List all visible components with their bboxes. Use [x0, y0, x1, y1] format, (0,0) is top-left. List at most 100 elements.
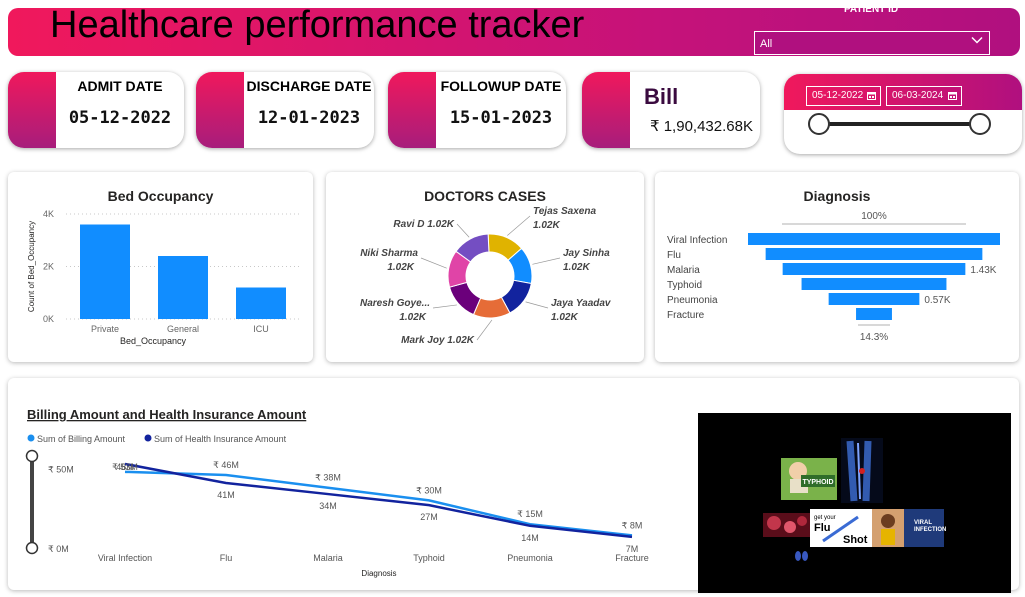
x-axis-title: Diagnosis: [361, 569, 396, 578]
funnel-category-label: Viral Infection: [667, 235, 727, 246]
patient-id-label: PATIENT ID: [844, 4, 899, 15]
bar-general: [158, 256, 208, 319]
bill-label: Bill: [644, 84, 679, 109]
page-title: Healthcare performance tracker: [50, 4, 585, 46]
leader-line: [525, 301, 549, 309]
viral-text: VIRAL: [914, 520, 932, 526]
slice-label: Mark Joy 1.02K: [401, 335, 475, 346]
admit-date-value: 05-12-2022: [68, 108, 172, 128]
y-tick-label: 2K: [43, 262, 54, 272]
funnel-category-label: Fracture: [667, 310, 705, 321]
slice-value-label: 1.02K: [533, 220, 560, 231]
patient-id-value: All: [760, 38, 773, 50]
donut-slice: [448, 281, 482, 316]
x-tick-label: Typhoid: [413, 553, 445, 563]
date-slider-end-handle[interactable]: [969, 113, 991, 135]
funnel-bar: [748, 233, 1000, 245]
y-tick-label: 0K: [43, 314, 54, 324]
legend-marker: [27, 434, 35, 442]
legend-marker: [144, 434, 152, 442]
lungs-icon: [795, 551, 808, 561]
top-percent-label: 100%: [861, 211, 887, 222]
bill-card: Bill ₹ 1,90,432.68K: [582, 72, 760, 148]
doctors-cases-chart: Tejas Saxena 1.02K Jay Sinha 1.02K Jaya Yaad…: [360, 206, 612, 346]
funnel-bar: [801, 278, 947, 290]
data-label: 7M: [626, 544, 639, 554]
x-tick-label: Flu: [220, 553, 233, 563]
end-date-input[interactable]: 06-03-2024: [886, 86, 962, 106]
x-tick-label: General: [167, 324, 199, 334]
x-tick-label: ICU: [253, 324, 269, 334]
leader-line: [532, 257, 561, 265]
bar-icu: [236, 287, 286, 319]
billing-chart-title: Billing Amount and Health Insurance Amou…: [27, 407, 307, 422]
y-tick-label: ₹ 50M: [48, 465, 74, 475]
y-range-top-handle: [25, 449, 39, 463]
end-date-value: 06-03-2024: [892, 90, 944, 101]
data-label: 14M: [521, 533, 539, 543]
diagnosis-card: Diagnosis 100% Viral Infection Flu Malaria 1…: [655, 172, 1019, 362]
funnel-category-label: Malaria: [667, 265, 700, 276]
data-label: ₹ 46M: [213, 460, 239, 470]
x-tick-label: Viral Infection: [98, 553, 152, 563]
slice-value-label: 1.02K: [563, 262, 590, 273]
y-axis-title: Count of Bed_Occupancy: [27, 221, 36, 312]
slice-name-label: Jay Sinha: [563, 248, 610, 259]
y-tick-label: 4K: [43, 209, 54, 219]
health-media-image: TYPHOID get your Flu Shot VIRAL INFECTIO…: [763, 438, 946, 561]
date-slider-track[interactable]: [818, 122, 978, 126]
y-tick-label: ₹ 0M: [48, 544, 69, 554]
funnel-category-label: Pneumonia: [667, 295, 718, 306]
slice-name-label: Tejas Saxena: [533, 206, 596, 217]
slice-value-label: 1.02K: [399, 312, 426, 323]
data-label: ₹ 8M: [622, 520, 643, 530]
leg-xray-tile: [841, 438, 883, 503]
discharge-date-value: 12-01-2023: [257, 108, 361, 128]
typhoid-tile: TYPHOID: [781, 458, 837, 500]
slice-name-label: Naresh Goye...: [360, 298, 430, 309]
x-tick-label: Pneumonia: [507, 553, 553, 563]
legend-label: Sum of Billing Amount: [37, 434, 126, 444]
start-date-input[interactable]: 05-12-2022: [806, 86, 881, 106]
funnel-category-label: Typhoid: [667, 280, 702, 291]
funnel-bar: [782, 263, 966, 275]
doctors-cases-card: DOCTORS CASES Tejas Saxena 1.02K Jay Sinha…: [326, 172, 644, 362]
y-range-bottom-handle: [25, 541, 39, 555]
data-label: 34M: [319, 501, 337, 511]
billing-line-chart: Billing Amount and Health Insurance Amou…: [25, 407, 649, 578]
funnel-bar: [765, 248, 983, 260]
start-date-value: 05-12-2022: [812, 90, 864, 101]
slice-name-label: Niki Sharma: [360, 248, 418, 259]
followup-date-label: FOLLOWUP DATE: [440, 78, 562, 94]
card-accent: [582, 72, 630, 148]
data-label: ₹ 38M: [315, 473, 341, 483]
date-slider-start-handle[interactable]: [808, 113, 830, 135]
patient-id-dropdown[interactable]: All: [754, 31, 990, 55]
data-label: ₹ 30M: [416, 485, 442, 495]
virus-tile: [763, 513, 811, 537]
calendar-icon: [948, 91, 957, 103]
data-label: ₹ 53M: [112, 462, 138, 472]
card-accent: [388, 72, 436, 148]
data-label: 41M: [217, 490, 235, 500]
x-axis-title: Bed_Occupancy: [120, 336, 187, 346]
x-tick-label: Fracture: [615, 553, 649, 563]
flu-get-text: get your: [814, 515, 836, 521]
discharge-date-label: DISCHARGE DATE: [246, 78, 372, 94]
infection-text: INFECTION: [914, 527, 946, 533]
slice-value-label: 1.02K: [551, 312, 578, 323]
health-media-panel: TYPHOID get your Flu Shot VIRAL INFECTIO…: [698, 413, 1011, 593]
slice-name-label: Jaya Yaadav: [551, 298, 612, 309]
x-tick-label: Private: [91, 324, 119, 334]
card-accent: [196, 72, 244, 148]
data-label: 27M: [420, 512, 438, 522]
typhoid-text: TYPHOID: [802, 479, 833, 486]
diagnosis-funnel-chart: 100% Viral Infection Flu Malaria 1.43K Typhoi…: [667, 211, 1000, 343]
date-range-slicer: 05-12-2022 06-03-2024: [784, 74, 1022, 154]
series-line: [124, 470, 633, 537]
funnel-category-label: Flu: [667, 250, 681, 261]
flu-shot-tile: get your Flu Shot: [810, 509, 872, 547]
viral-infection-tile: VIRAL INFECTION: [872, 509, 946, 547]
leader-line: [507, 215, 531, 236]
bed-occupancy-chart: 0K 2K 4K Private General ICU Bed_Occupancy Coun…: [27, 209, 300, 346]
